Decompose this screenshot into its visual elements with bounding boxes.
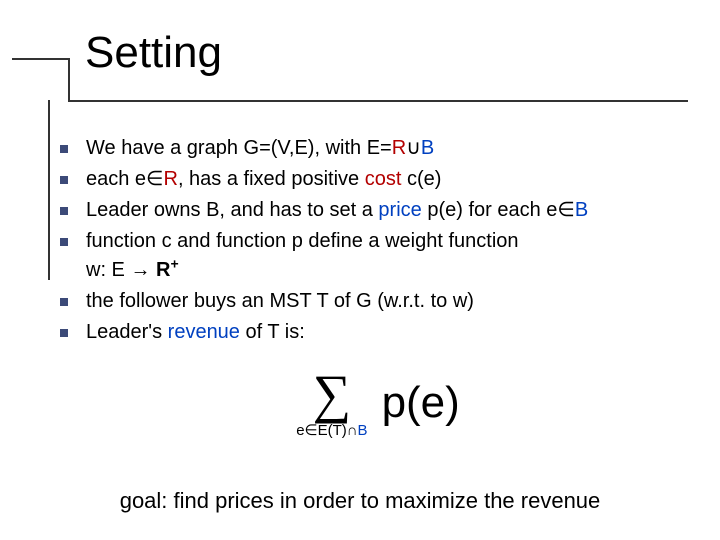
text: each e∈: [86, 168, 163, 190]
text-blue: B: [421, 137, 434, 159]
text-bold: R: [156, 259, 170, 281]
bullet-icon: [60, 329, 68, 337]
bullet-item: each e∈R, has a fixed positive cost c(e): [60, 165, 696, 194]
sigma-subscript: e∈E(T)∩: [296, 422, 357, 439]
bullet-icon: [60, 298, 68, 306]
bullet-icon: [60, 238, 68, 246]
formula-body: p(e): [382, 371, 460, 435]
text: T of G (w.r.t. to w): [311, 290, 474, 312]
text: , has a fixed positive: [178, 168, 365, 190]
text: p(e) for each e∈: [422, 199, 575, 221]
text: ∪: [406, 137, 421, 159]
bullet-item: Leader owns B, and has to set a price p(…: [60, 196, 696, 225]
goal-text: goal: find prices in order to maximize t…: [0, 488, 720, 514]
text: of T is:: [240, 321, 305, 343]
slide-body: We have a graph G=(V,E), with E=R∪B each…: [0, 110, 720, 438]
slide-title: Setting: [85, 28, 720, 78]
text: w: E →: [86, 259, 156, 281]
text: MST: [269, 290, 311, 312]
bullet-item: We have a graph G=(V,E), with E=R∪B: [60, 134, 696, 163]
sigma-symbol: ∑: [313, 367, 352, 421]
text: weight function: [385, 230, 518, 252]
text: the follower buys an: [86, 290, 269, 312]
text: Leader owns B, and has to set a: [86, 199, 378, 221]
text-blue: B: [575, 199, 588, 221]
text-red: cost: [365, 168, 402, 190]
bullet-icon: [60, 145, 68, 153]
bullet-item: Leader's revenue of T is:: [60, 318, 696, 347]
formula: ∑ e∈E(T)∩B p(e): [60, 367, 696, 438]
text: We have a graph G=(V,E), with E=: [86, 137, 392, 159]
sigma-subscript-blue: B: [358, 422, 368, 439]
text-red: R: [163, 168, 177, 190]
text-blue: revenue: [168, 321, 240, 343]
bullet-icon: [60, 176, 68, 184]
text: function c and function p define a: [86, 230, 385, 252]
text-sup: +: [170, 255, 178, 271]
bullet-icon: [60, 207, 68, 215]
bullet-item: the follower buys an MST T of G (w.r.t. …: [60, 287, 696, 316]
text: Leader's: [86, 321, 168, 343]
text-blue: price: [378, 199, 421, 221]
bullet-item: function c and function p define a weigh…: [60, 227, 696, 285]
text: c(e): [401, 168, 441, 190]
text-red: R: [392, 137, 406, 159]
